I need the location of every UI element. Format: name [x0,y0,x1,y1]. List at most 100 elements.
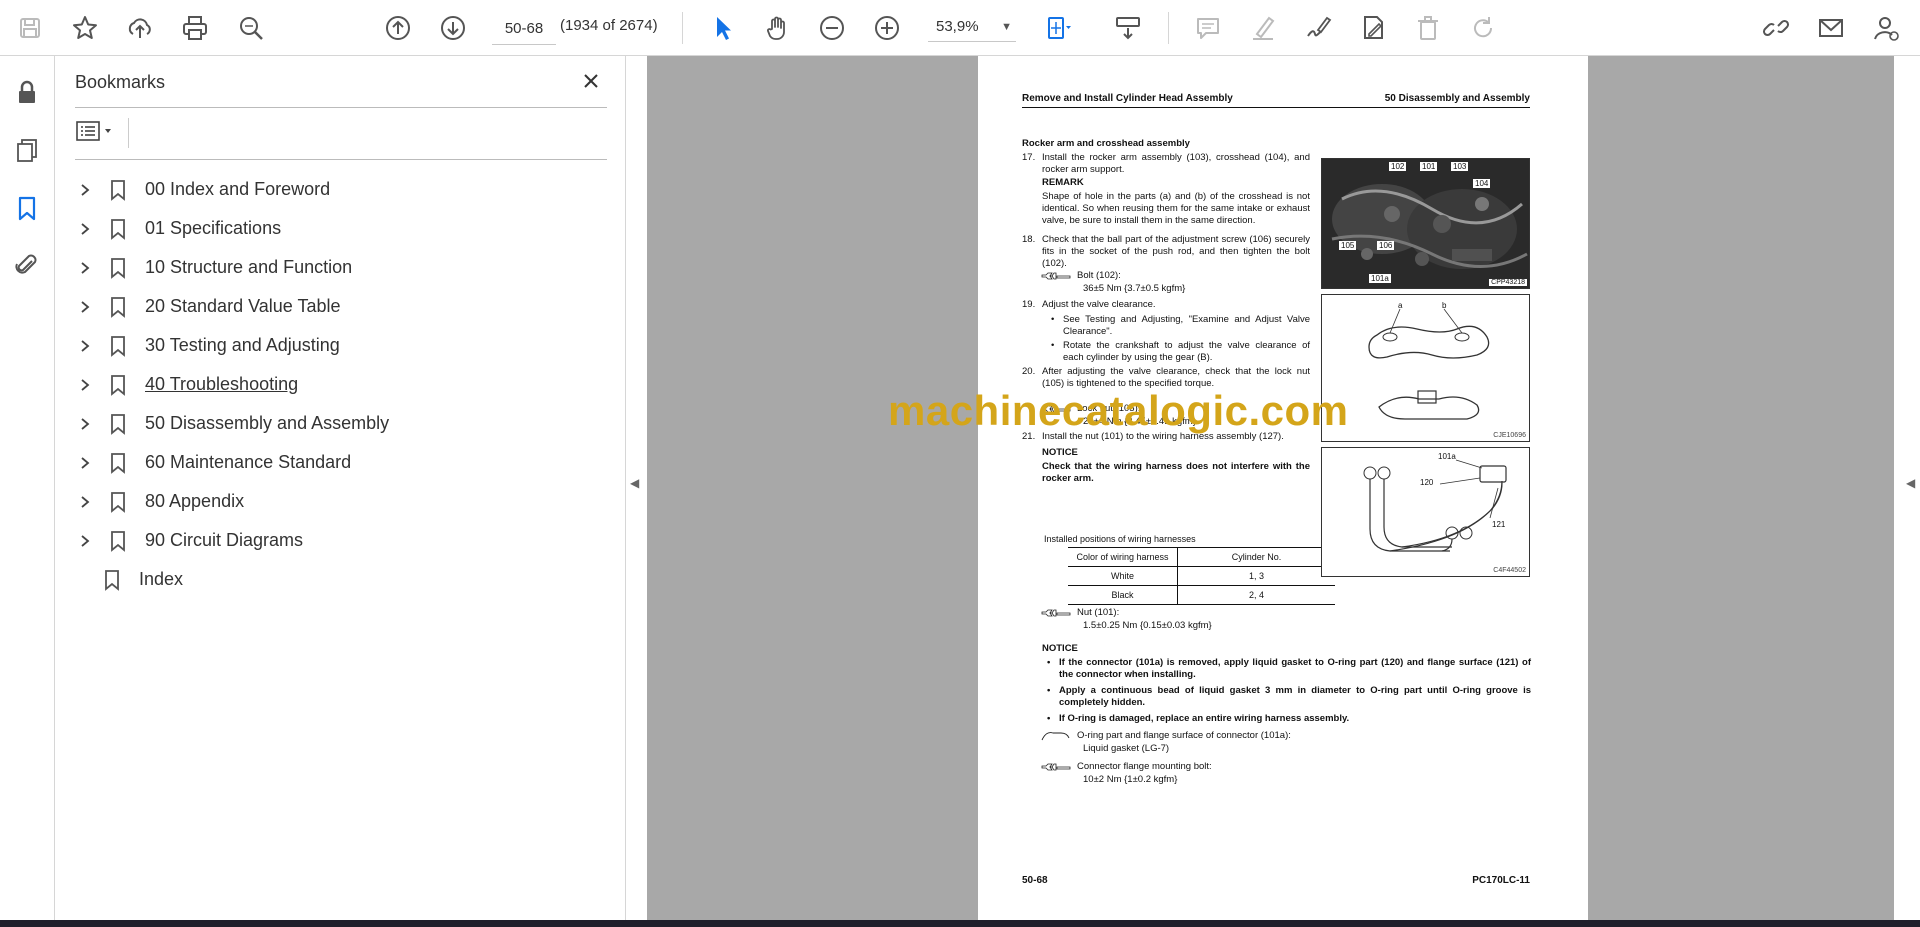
bullet: • [1047,657,1051,668]
bookmark-icon [105,332,131,360]
bookmark-icon [105,371,131,399]
chevron-right-icon[interactable] [71,410,99,438]
document-viewer[interactable]: ◀ Remove and Install Cylinder Head Assem… [626,56,1920,920]
bookmark-options-button[interactable] [75,118,125,148]
chevron-right-icon[interactable] [71,215,99,243]
chevron-right-icon[interactable] [71,527,99,555]
select-pointer-icon[interactable] [705,10,741,46]
bookmark-label: 10 Structure and Function [145,257,353,277]
figure-caption: C4F44502 [1493,567,1526,574]
page-number-input[interactable] [492,12,556,45]
print-icon[interactable] [177,10,213,46]
prev-page-icon[interactable] [380,10,416,46]
torque-label: Nut (101): [1077,607,1120,618]
table-cell: Black [1068,585,1178,605]
table-header: Cylinder No. [1177,547,1335,567]
close-icon[interactable] [576,66,606,96]
chevron-right-icon[interactable] [71,332,99,360]
bullet-text: Rotate the crankshaft to adjust the valv… [1063,340,1310,363]
table-row: White 1, 3 [1068,566,1335,586]
lock-icon[interactable] [11,76,43,108]
divider [75,159,607,160]
notice-bullet-text: If O-ring is damaged, replace an entire … [1059,713,1350,724]
next-page-icon[interactable] [435,10,471,46]
bookmarks-panel-icon[interactable] [11,192,43,224]
figure-label: 106 [1377,241,1395,250]
table-cell: 1, 3 [1177,566,1335,586]
bookmark-item[interactable]: 10 Structure and Function [71,248,611,287]
toolbar-divider [682,12,683,44]
hand-icon[interactable] [759,10,795,46]
scroll-mode-icon[interactable] [1110,10,1146,46]
engine-photo-drawing [1322,159,1529,288]
bullet-text: See Testing and Adjusting, "Examine and … [1063,314,1310,337]
bookmark-item[interactable]: Index [71,560,611,599]
list-options-icon [75,119,115,148]
divider [128,118,129,148]
save-icon[interactable] [12,10,48,46]
figure-label: a [1398,301,1403,310]
bookmark-item[interactable]: 90 Circuit Diagrams [71,521,611,560]
torque-label: Connector flange mounting bolt: [1077,761,1212,772]
table-row: Black 2, 4 [1068,585,1335,605]
bookmark-label: Index [139,569,184,589]
bookmark-label: 30 Testing and Adjusting [145,335,340,355]
bookmark-item[interactable]: 50 Disassembly and Assembly [71,404,611,443]
chevron-right-icon[interactable] [71,371,99,399]
toolbar-divider [1168,12,1169,44]
collapse-right-icon[interactable]: ◀ [1906,476,1915,490]
edit-icon[interactable] [1355,10,1391,46]
bullet: • [1051,340,1055,351]
bookmark-label: 80 Appendix [145,491,245,511]
torque-value: 36±5 Nm {3.7±0.5 kgfm} [1083,283,1186,294]
bookmark-item[interactable]: 00 Index and Foreword [71,170,611,209]
figure-label: 101a [1369,274,1391,283]
sign-icon[interactable] [1300,10,1336,46]
attachment-icon[interactable] [11,249,43,281]
table-cell: 2, 4 [1177,585,1335,605]
wrench-icon [1041,272,1071,286]
bookmark-icon [105,449,131,477]
zoom-dropdown[interactable]: 53,9% ▼ [928,12,1016,42]
chevron-right-icon[interactable] [71,488,99,516]
bookmark-item[interactable]: 40 Troubleshooting [71,365,611,404]
bookmark-item[interactable]: 30 Testing and Adjusting [71,326,611,365]
find-icon[interactable] [233,10,269,46]
notice-bullet-text: If the connector (101a) is removed, appl… [1059,657,1531,680]
chevron-right-icon[interactable] [71,176,99,204]
crosshead-drawing [1368,308,1490,420]
redo-icon[interactable] [1465,10,1501,46]
bookmark-item[interactable]: 60 Maintenance Standard [71,443,611,482]
bookmark-icon [105,176,131,204]
gasket-icon [1041,730,1071,746]
chevron-right-icon[interactable] [71,254,99,282]
bookmark-icon [105,254,131,282]
share-link-icon[interactable] [1758,10,1794,46]
bookmark-label: 40 Troubleshooting [145,374,299,394]
bookmark-item[interactable]: 80 Appendix [71,482,611,521]
watermark-text: machinecatalogic.com [888,387,1349,434]
upload-icon[interactable] [122,10,158,46]
figure-label: 103 [1451,162,1469,171]
bookmark-star-icon[interactable] [67,10,103,46]
comment-icon[interactable] [1190,10,1226,46]
chevron-right-icon[interactable] [71,449,99,477]
bookmark-label: 60 Maintenance Standard [145,452,352,472]
bookmark-item[interactable]: 01 Specifications [71,209,611,248]
zoom-out-icon[interactable] [814,10,850,46]
figure-label: 105 [1339,241,1357,250]
bookmark-item[interactable]: 20 Standard Value Table [71,287,611,326]
delete-icon[interactable] [1410,10,1446,46]
zoom-in-icon[interactable] [869,10,905,46]
collapse-left-icon[interactable]: ◀ [630,476,639,490]
pages-icon[interactable] [11,134,43,166]
highlight-icon[interactable] [1245,10,1281,46]
page-header-left: Remove and Install Cylinder Head Assembl… [1022,93,1233,104]
account-icon[interactable] [1868,10,1904,46]
figure-label: 102 [1389,162,1407,171]
chevron-right-icon[interactable] [71,293,99,321]
bookmark-icon [99,566,125,594]
fit-page-icon[interactable] [1040,10,1076,46]
email-icon[interactable] [1813,10,1849,46]
